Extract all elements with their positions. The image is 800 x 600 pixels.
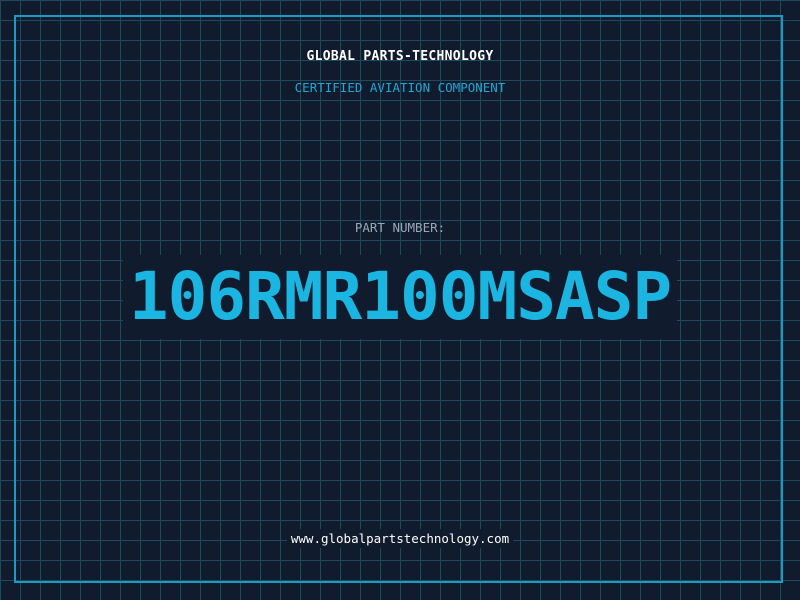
footer: www.globalpartstechnology.com: [0, 528, 800, 548]
brand-tagline: CERTIFIED AVIATION COMPONENT: [294, 80, 506, 95]
brand-title: GLOBAL PARTS-TECHNOLOGY: [306, 49, 494, 64]
part-number-label: PART NUMBER:: [354, 220, 446, 235]
part-number-value: 106RMR100MSASP: [122, 255, 678, 339]
part-number-container: 106RMR100MSASP: [0, 255, 800, 339]
website-url: www.globalpartstechnology.com: [286, 529, 514, 548]
